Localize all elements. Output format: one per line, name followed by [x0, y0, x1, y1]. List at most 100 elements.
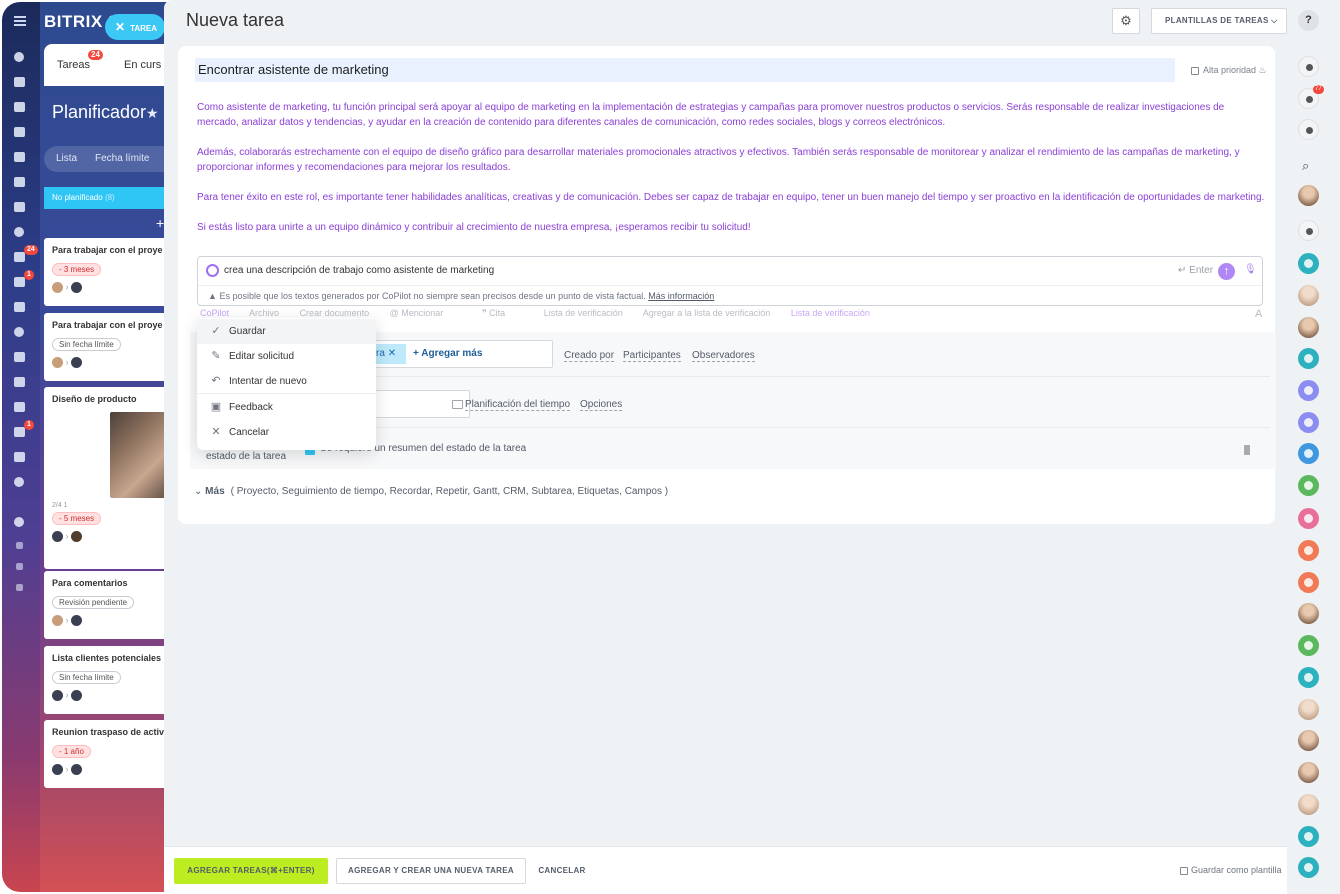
user-icon[interactable] — [1298, 572, 1319, 593]
avatar[interactable] — [1298, 794, 1319, 815]
task-card[interactable]: Reunion traspaso de activ - 1 año › — [44, 720, 168, 788]
contacts-icon[interactable] — [12, 400, 28, 414]
priority-checkbox[interactable] — [1191, 66, 1199, 75]
toolbar-quote[interactable]: ❞ Cita — [482, 308, 523, 318]
help-icon[interactable] — [12, 515, 28, 529]
phone-icon[interactable] — [1298, 348, 1319, 369]
more-info-link[interactable]: Más información — [648, 291, 714, 301]
calendar-chat-icon[interactable] — [1298, 667, 1319, 688]
task-card[interactable]: Diseño de producto 2/4 1 - 5 meses › — [44, 387, 168, 569]
avatar[interactable] — [1298, 220, 1319, 241]
task-card[interactable]: Lista clientes potenciales Sin fecha lím… — [44, 646, 168, 714]
group-icon[interactable] — [1298, 508, 1319, 529]
user-icon[interactable] — [1298, 443, 1319, 464]
more-fields[interactable]: ⌄ Más( Proyecto, Seguimiento de tiempo, … — [194, 486, 668, 497]
add-task-button[interactable]: AGREGAR TAREAS(⌘+ENTER) — [174, 858, 328, 884]
deadline-input[interactable] — [367, 390, 470, 418]
calendar-chat-icon[interactable] — [1298, 826, 1319, 847]
add-card-icon[interactable]: + — [156, 215, 164, 231]
save-as-template[interactable]: Guardar como plantilla — [1180, 865, 1282, 875]
avatar[interactable] — [1298, 762, 1319, 783]
responsible-field[interactable]: ra ✕ + Agregar más — [367, 340, 553, 368]
task-title-input[interactable]: Encontrar asistente de marketing — [195, 58, 1175, 82]
chat-icon[interactable] — [12, 75, 28, 89]
pin-icon[interactable] — [1244, 445, 1250, 455]
sign-icon[interactable] — [12, 375, 28, 389]
menu-item-cancel[interactable]: ✕ Cancelar — [197, 420, 376, 445]
avatar[interactable] — [1298, 317, 1319, 338]
feed-icon[interactable] — [12, 50, 28, 64]
menu-item-edit[interactable]: ✎ Editar solicitud — [197, 344, 376, 369]
toolbar-checklist-active[interactable]: Lista de verificación — [791, 308, 870, 318]
mail-icon[interactable] — [12, 200, 28, 214]
group-icon[interactable] — [1298, 412, 1319, 433]
task-description-editor[interactable]: Como asistente de marketing, tu función … — [197, 100, 1265, 250]
group-icon[interactable] — [1298, 635, 1319, 656]
avatar[interactable] — [1298, 603, 1319, 624]
documents-icon[interactable] — [12, 150, 28, 164]
calendar-chat-icon[interactable] — [1298, 857, 1319, 878]
avatar[interactable] — [1298, 185, 1319, 206]
settings-icon[interactable] — [12, 559, 28, 573]
view-list[interactable]: Lista — [56, 153, 77, 164]
toolbar-add-to-checklist[interactable]: Agregar a la lista de verificación — [643, 308, 771, 318]
templates-dropdown[interactable]: PLANTILLAS DE TAREAS ⌵ — [1151, 8, 1287, 34]
menu-item-feedback[interactable]: ▣ Feedback — [197, 395, 376, 420]
participants-link[interactable]: Participantes — [623, 350, 681, 362]
copilot-prompt-input[interactable]: crea una descripción de trabajo como asi… — [224, 265, 494, 276]
store-icon[interactable] — [12, 300, 28, 314]
view-deadline[interactable]: Fecha límite — [95, 153, 149, 164]
user-icon[interactable] — [1298, 475, 1319, 496]
toolbar-checklist[interactable]: Lista de verificación — [544, 308, 623, 318]
created-by-link[interactable]: Creado por — [564, 350, 615, 362]
help-button[interactable]: ? — [1298, 10, 1319, 31]
toolbar-copilot[interactable]: CoPilot — [200, 308, 229, 318]
target-icon[interactable] — [12, 325, 28, 339]
observers-link[interactable]: Observadores — [692, 350, 755, 362]
add-and-new-button[interactable]: AGREGAR Y CREAR UNA NUEVA TAREA — [336, 858, 526, 884]
search-icon[interactable]: ⌕ — [1302, 158, 1309, 174]
view-switcher: Lista Fecha límite — [44, 146, 168, 172]
task-card[interactable]: Para trabajar con el proye Sin fecha lím… — [44, 313, 168, 381]
task-card[interactable]: Para trabajar con el proye - 3 meses › — [44, 238, 168, 306]
chat-icon[interactable] — [1298, 119, 1319, 140]
toolbar-mention[interactable]: @ Mencionar — [390, 308, 462, 318]
messenger-icon[interactable] — [12, 100, 28, 114]
star-icon[interactable]: ★ — [146, 105, 159, 122]
groups-icon[interactable] — [12, 225, 28, 239]
add-more-button[interactable]: + Agregar más — [413, 348, 482, 359]
text-format-icon[interactable]: A — [1255, 308, 1262, 320]
send-button[interactable]: ↑ — [1218, 263, 1235, 280]
menu-icon[interactable] — [14, 16, 26, 26]
avatar[interactable] — [1298, 285, 1319, 306]
cancel-button[interactable]: CANCELAR — [532, 858, 592, 884]
more-icon[interactable] — [12, 475, 28, 489]
group-chat-icon[interactable] — [1298, 253, 1319, 274]
close-task-button[interactable]: ✕ TAREA — [105, 14, 165, 40]
sitemap-icon[interactable] — [12, 538, 28, 552]
cart-icon[interactable] — [12, 350, 28, 364]
tab-en-curso[interactable]: En curs — [124, 59, 161, 71]
copilot-chat-icon[interactable] — [1298, 56, 1319, 77]
microphone-icon[interactable]: 🎙 — [1244, 264, 1257, 275]
time-planning-link[interactable]: Planificación del tiempo — [465, 399, 571, 411]
menu-item-retry[interactable]: ↶ Intentar de nuevo — [197, 369, 376, 394]
avatar[interactable] — [1298, 699, 1319, 720]
calendar-icon[interactable] — [12, 125, 28, 139]
high-priority-toggle[interactable]: Alta prioridad ♨ — [1191, 65, 1267, 76]
avatar[interactable] — [1298, 730, 1319, 751]
toolbar-create-document[interactable]: Crear documento — [300, 308, 370, 318]
menu-item-save[interactable]: ✓ Guardar — [197, 319, 376, 344]
box-icon[interactable] — [12, 450, 28, 464]
toolbar-file[interactable]: Archivo — [249, 308, 279, 318]
template-checkbox[interactable] — [1180, 866, 1188, 875]
settings-button[interactable]: ⚙ — [1112, 8, 1140, 34]
drive-icon[interactable] — [12, 175, 28, 189]
group-icon[interactable] — [1298, 380, 1319, 401]
options-link[interactable]: Opciones — [580, 399, 623, 411]
task-card[interactable]: Para comentarios Revisión pendiente › — [44, 571, 168, 639]
group-icon[interactable] — [1298, 540, 1319, 561]
description-paragraph: Además, colaborarás estrechamente con el… — [197, 147, 1240, 173]
tab-tareas[interactable]: Tareas — [57, 59, 90, 71]
add-icon[interactable] — [12, 580, 28, 594]
